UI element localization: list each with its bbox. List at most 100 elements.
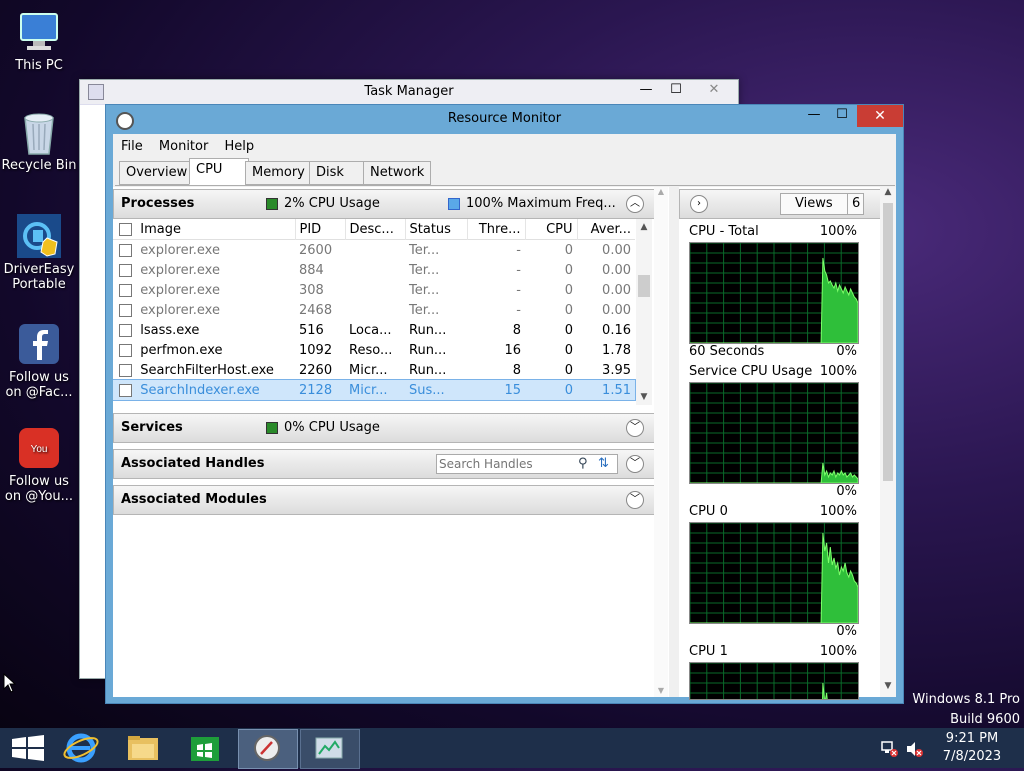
desktop-icon-drivereasy[interactable]: DriverEasy Portable — [1, 214, 77, 292]
column-header-cpu[interactable]: CPU — [525, 219, 578, 240]
scroll-up-arrow-icon[interactable]: ▲ — [654, 187, 668, 196]
row-checkbox[interactable] — [119, 343, 132, 357]
scroll-up-arrow-icon[interactable]: ▲ — [880, 187, 896, 203]
start-icon — [12, 735, 44, 761]
refresh-search-icon[interactable]: ⇅ — [598, 450, 609, 478]
expand-chevron-icon[interactable]: ﹀ — [626, 455, 644, 473]
table-row[interactable]: perfmon.exe 1092 Reso... Run... 16 0 1.78 — [113, 340, 635, 360]
row-checkbox[interactable] — [119, 283, 132, 297]
select-all-checkbox[interactable] — [119, 222, 132, 236]
left-pane-scrollbar[interactable]: ▲ ▼ — [654, 187, 668, 697]
table-row[interactable]: SearchIndexer.exe 2128 Micr... Sus... 15 0 1.5… — [113, 379, 636, 401]
tab-memory[interactable]: Memory — [245, 161, 312, 185]
expand-chevron-icon[interactable]: ﹀ — [626, 491, 644, 509]
associated-modules-header[interactable]: Associated Modules ﹀ — [113, 485, 655, 515]
processes-header[interactable]: Processes 2% CPU Usage 100% Maximum Freq… — [113, 189, 655, 219]
table-row[interactable]: explorer.exe 2468 Ter... - 0 0.00 — [113, 300, 635, 320]
scroll-up-arrow-icon[interactable]: ▲ — [636, 219, 652, 235]
table-row[interactable]: lsass.exe 516 Loca... Run... 8 0 0.16 — [113, 320, 635, 340]
search-icon[interactable]: ⚲ — [578, 450, 588, 478]
task-manager-titlebar[interactable]: Task Manager — ☐ ✕ — [80, 80, 738, 105]
task-manager-icon — [315, 737, 343, 759]
expand-chevron-icon[interactable]: ﹀ — [626, 419, 644, 437]
resource-monitor-titlebar[interactable]: Resource Monitor — ☐ ✕ — [106, 105, 903, 133]
process-table-grid: Image PID Desc... Status Thre... CPU Ave… — [113, 219, 636, 401]
column-header-description[interactable]: Desc... — [345, 219, 406, 240]
cpu-usage-swatch — [266, 197, 278, 210]
desktop-icon-this-pc[interactable]: This PC — [1, 10, 77, 73]
scrollbar-thumb[interactable] — [638, 275, 650, 297]
cell-description: Reso... — [349, 342, 393, 358]
resource-monitor-app-icon — [116, 112, 134, 130]
table-row[interactable]: explorer.exe 884 Ter... - 0 0.00 — [113, 260, 635, 280]
views-dropdown[interactable]: 6 — [847, 194, 860, 214]
cell-average-cpu: 0.00 — [602, 282, 631, 298]
views-button[interactable]: Views 6 — [780, 193, 864, 215]
column-header-threads[interactable]: Thre... — [467, 219, 526, 240]
column-header-pid[interactable]: PID — [295, 219, 346, 240]
cpu-graph — [689, 522, 859, 624]
close-button[interactable]: ✕ — [692, 80, 736, 100]
minimize-button[interactable]: — — [632, 80, 660, 100]
tab-network[interactable]: Network — [363, 161, 432, 185]
graph-panel-header: › Views 6 — [679, 189, 881, 219]
collapse-chevron-icon[interactable]: ︿ — [626, 195, 644, 213]
taskbar-store[interactable] — [176, 729, 234, 767]
scrollbar-thumb[interactable] — [883, 203, 893, 481]
processes-title: Processes — [121, 196, 195, 211]
row-checkbox[interactable] — [119, 243, 132, 257]
cell-description: Loca... — [349, 322, 392, 338]
tab-cpu[interactable]: CPU — [189, 158, 250, 185]
table-row[interactable]: explorer.exe 308 Ter... - 0 0.00 — [113, 280, 635, 300]
maximize-button[interactable]: ☐ — [828, 105, 856, 125]
clock[interactable]: 9:21 PM 7/8/2023 — [932, 730, 1012, 766]
graph-panel-scrollbar[interactable]: ▲ ▼ — [880, 187, 896, 697]
minimize-button[interactable]: — — [800, 105, 828, 125]
table-row[interactable]: SearchFilterHost.exe 2260 Micr... Run... 8 0 3… — [113, 360, 635, 380]
graph-title: Service CPU Usage — [689, 364, 813, 379]
cell-image: SearchIndexer.exe — [140, 382, 260, 398]
search-handles-input[interactable] — [436, 454, 618, 474]
cell-pid: 884 — [299, 262, 324, 278]
taskbar: 9:21 PM 7/8/2023 — [0, 728, 1024, 769]
services-header[interactable]: Services 0% CPU Usage ﹀ — [113, 413, 655, 443]
services-cpu-swatch — [266, 421, 278, 434]
menu-help[interactable]: Help — [224, 139, 254, 154]
start-button[interactable] — [0, 729, 58, 767]
network-status-icon[interactable] — [880, 740, 900, 758]
desktop-icon-facebook[interactable]: Follow us on @Fac... — [1, 322, 77, 400]
row-checkbox[interactable] — [119, 263, 132, 277]
volume-muted-icon[interactable] — [905, 740, 925, 758]
desktop-icon-youtube[interactable]: You Follow us on @You... — [1, 426, 77, 504]
scroll-down-arrow-icon[interactable]: ▼ — [654, 686, 668, 695]
collapse-graphs-chevron-icon[interactable]: › — [690, 195, 708, 213]
row-checkbox[interactable] — [119, 363, 132, 377]
row-checkbox[interactable] — [119, 323, 132, 337]
pane-splitter[interactable] — [670, 187, 678, 697]
scroll-down-arrow-icon[interactable]: ▼ — [636, 389, 652, 405]
table-row[interactable]: explorer.exe 2600 Ter... - 0 0.00 — [113, 240, 635, 261]
column-header-status[interactable]: Status — [405, 219, 468, 240]
cell-average-cpu: 0.00 — [602, 302, 631, 318]
associated-handles-header[interactable]: Associated Handles ⚲ ⇅ ﹀ — [113, 449, 655, 479]
column-header-image[interactable]: Image — [113, 219, 296, 240]
tab-overview[interactable]: Overview — [119, 161, 195, 185]
column-header-average-cpu[interactable]: Aver... — [577, 219, 635, 240]
process-table-scrollbar[interactable]: ▲ ▼ — [636, 219, 652, 405]
tab-disk[interactable]: Disk — [309, 161, 369, 185]
taskbar-internet-explorer[interactable] — [52, 729, 110, 767]
maximize-button[interactable]: ☐ — [662, 80, 690, 100]
menu-monitor[interactable]: Monitor — [159, 139, 208, 154]
resource-monitor-window[interactable]: Resource Monitor — ☐ ✕ File Monitor Help… — [105, 104, 904, 704]
menu-file[interactable]: File — [121, 139, 143, 154]
desktop-icon-recycle-bin[interactable]: Recycle Bin — [1, 110, 77, 173]
graph-max-label: 100% — [819, 504, 857, 519]
table-header-row: Image PID Desc... Status Thre... CPU Ave… — [113, 219, 635, 240]
row-checkbox[interactable] — [119, 303, 132, 317]
taskbar-file-explorer[interactable] — [114, 729, 172, 767]
row-checkbox[interactable] — [119, 383, 132, 397]
graph-max-label: 100% — [819, 364, 857, 379]
close-button[interactable]: ✕ — [857, 105, 903, 127]
taskbar-resource-monitor[interactable] — [238, 729, 298, 769]
taskbar-task-manager[interactable] — [300, 729, 360, 769]
